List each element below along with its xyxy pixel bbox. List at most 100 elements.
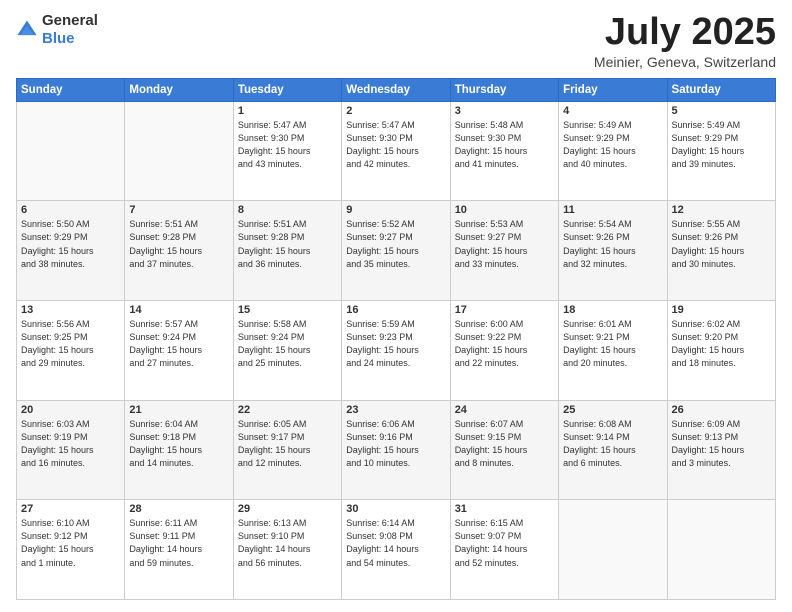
- day-number: 2: [346, 105, 445, 117]
- day-detail: Sunrise: 6:15 AM Sunset: 9:07 PM Dayligh…: [455, 517, 554, 569]
- subtitle: Meinier, Geneva, Switzerland: [594, 54, 776, 70]
- day-number: 24: [455, 404, 554, 416]
- day-number: 9: [346, 204, 445, 216]
- day-detail: Sunrise: 6:06 AM Sunset: 9:16 PM Dayligh…: [346, 418, 445, 470]
- day-number: 12: [672, 204, 771, 216]
- day-cell: 23 Sunrise: 6:06 AM Sunset: 9:16 PM Dayli…: [342, 400, 450, 500]
- day-cell: 21 Sunrise: 6:04 AM Sunset: 9:18 PM Dayli…: [125, 400, 233, 500]
- day-detail: Sunrise: 6:11 AM Sunset: 9:11 PM Dayligh…: [129, 517, 228, 569]
- col-monday: Monday: [125, 78, 233, 101]
- day-number: 11: [563, 204, 662, 216]
- day-detail: Sunrise: 5:47 AM Sunset: 9:30 PM Dayligh…: [346, 119, 445, 171]
- week-row-4: 20Sunrise: 6:03 AM Sunset: 9:19 PM Dayli…: [17, 400, 776, 500]
- logo-text: General Blue: [42, 12, 98, 48]
- day-number: 13: [21, 304, 120, 316]
- day-cell: 7Sunrise: 5:51 AM Sunset: 9:28 PM Daylig…: [125, 201, 233, 301]
- day-number: 15: [238, 304, 337, 316]
- day-number: 29: [238, 503, 337, 515]
- day-cell: 30 Sunrise: 6:14 AM Sunset: 9:08 PM Dayli…: [342, 500, 450, 600]
- day-cell: [125, 101, 233, 201]
- day-cell: 19 Sunrise: 6:02 AM Sunset: 9:20 PM Dayli…: [667, 301, 775, 401]
- day-cell: 15 Sunrise: 5:58 AM Sunset: 9:24 PM Dayli…: [233, 301, 341, 401]
- day-detail: Sunrise: 6:08 AM Sunset: 9:14 PM Dayligh…: [563, 418, 662, 470]
- day-cell: 4 Sunrise: 5:49 AM Sunset: 9:29 PM Daylig…: [559, 101, 667, 201]
- col-wednesday: Wednesday: [342, 78, 450, 101]
- header-row: Sunday Monday Tuesday Wednesday Thursday…: [17, 78, 776, 101]
- day-detail: Sunrise: 6:13 AM Sunset: 9:10 PM Dayligh…: [238, 517, 337, 569]
- day-cell: 3Sunrise: 5:48 AM Sunset: 9:30 PM Daylig…: [450, 101, 558, 201]
- title-block: July 2025 Meinier, Geneva, Switzerland: [594, 12, 776, 70]
- day-number: 23: [346, 404, 445, 416]
- day-cell: 1Sunrise: 5:47 AM Sunset: 9:30 PM Daylig…: [233, 101, 341, 201]
- day-detail: Sunrise: 5:50 AM Sunset: 9:29 PM Dayligh…: [21, 218, 120, 270]
- day-cell: 26 Sunrise: 6:09 AM Sunset: 9:13 PM Dayli…: [667, 400, 775, 500]
- day-number: 31: [455, 503, 554, 515]
- day-number: 8: [238, 204, 337, 216]
- col-sunday: Sunday: [17, 78, 125, 101]
- day-cell: 8 Sunrise: 5:51 AM Sunset: 9:28 PM Daylig…: [233, 201, 341, 301]
- logo-icon: [16, 19, 38, 41]
- day-detail: Sunrise: 5:49 AM Sunset: 9:29 PM Dayligh…: [563, 119, 662, 171]
- day-number: 16: [346, 304, 445, 316]
- day-cell: 18 Sunrise: 6:01 AM Sunset: 9:21 PM Dayli…: [559, 301, 667, 401]
- day-detail: Sunrise: 5:49 AM Sunset: 9:29 PM Dayligh…: [672, 119, 771, 171]
- week-row-1: 1 Sunrise: 5:47 AM Sunset: 9:30 PM Daylig…: [17, 101, 776, 201]
- month-title: July 2025: [594, 12, 776, 54]
- day-cell: 28Sunrise: 6:11 AM Sunset: 9:11 PM Dayli…: [125, 500, 233, 600]
- day-cell: 25 Sunrise: 6:08 AM Sunset: 9:14 PM Dayli…: [559, 400, 667, 500]
- day-cell: 17Sunrise: 6:00 AM Sunset: 9:22 PM Dayli…: [450, 301, 558, 401]
- logo-general: General: [42, 12, 98, 29]
- day-number: 5: [672, 105, 771, 117]
- day-detail: Sunrise: 5:51 AM Sunset: 9:28 PM Dayligh…: [129, 218, 228, 270]
- day-cell: [667, 500, 775, 600]
- day-cell: 29 Sunrise: 6:13 AM Sunset: 9:10 PM Dayli…: [233, 500, 341, 600]
- day-detail: Sunrise: 5:58 AM Sunset: 9:24 PM Dayligh…: [238, 318, 337, 370]
- day-cell: 13 Sunrise: 5:56 AM Sunset: 9:25 PM Dayli…: [17, 301, 125, 401]
- day-detail: Sunrise: 6:05 AM Sunset: 9:17 PM Dayligh…: [238, 418, 337, 470]
- day-cell: 9Sunrise: 5:52 AM Sunset: 9:27 PM Daylig…: [342, 201, 450, 301]
- day-number: 20: [21, 404, 120, 416]
- page: General Blue July 2025 Meinier, Geneva, …: [0, 0, 792, 612]
- day-cell: 20Sunrise: 6:03 AM Sunset: 9:19 PM Dayli…: [17, 400, 125, 500]
- day-cell: 22 Sunrise: 6:05 AM Sunset: 9:17 PM Dayli…: [233, 400, 341, 500]
- day-number: 25: [563, 404, 662, 416]
- day-detail: Sunrise: 5:56 AM Sunset: 9:25 PM Dayligh…: [21, 318, 120, 370]
- day-cell: 12 Sunrise: 5:55 AM Sunset: 9:26 PM Dayli…: [667, 201, 775, 301]
- day-number: 6: [21, 204, 120, 216]
- day-detail: Sunrise: 5:48 AM Sunset: 9:30 PM Dayligh…: [455, 119, 554, 171]
- day-number: 19: [672, 304, 771, 316]
- day-cell: 2 Sunrise: 5:47 AM Sunset: 9:30 PM Daylig…: [342, 101, 450, 201]
- day-number: 22: [238, 404, 337, 416]
- day-cell: [17, 101, 125, 201]
- day-detail: Sunrise: 6:14 AM Sunset: 9:08 PM Dayligh…: [346, 517, 445, 569]
- logo: General Blue: [16, 12, 98, 48]
- day-detail: Sunrise: 6:01 AM Sunset: 9:21 PM Dayligh…: [563, 318, 662, 370]
- day-detail: Sunrise: 6:00 AM Sunset: 9:22 PM Dayligh…: [455, 318, 554, 370]
- day-detail: Sunrise: 6:10 AM Sunset: 9:12 PM Dayligh…: [21, 517, 120, 569]
- day-number: 30: [346, 503, 445, 515]
- day-detail: Sunrise: 5:57 AM Sunset: 9:24 PM Dayligh…: [129, 318, 228, 370]
- day-detail: Sunrise: 6:02 AM Sunset: 9:20 PM Dayligh…: [672, 318, 771, 370]
- day-detail: Sunrise: 6:04 AM Sunset: 9:18 PM Dayligh…: [129, 418, 228, 470]
- day-number: 18: [563, 304, 662, 316]
- col-friday: Friday: [559, 78, 667, 101]
- day-cell: 5 Sunrise: 5:49 AM Sunset: 9:29 PM Daylig…: [667, 101, 775, 201]
- day-cell: 6 Sunrise: 5:50 AM Sunset: 9:29 PM Daylig…: [17, 201, 125, 301]
- day-detail: Sunrise: 6:09 AM Sunset: 9:13 PM Dayligh…: [672, 418, 771, 470]
- day-detail: Sunrise: 5:59 AM Sunset: 9:23 PM Dayligh…: [346, 318, 445, 370]
- day-detail: Sunrise: 5:54 AM Sunset: 9:26 PM Dayligh…: [563, 218, 662, 270]
- week-row-5: 27 Sunrise: 6:10 AM Sunset: 9:12 PM Dayli…: [17, 500, 776, 600]
- day-detail: Sunrise: 6:07 AM Sunset: 9:15 PM Dayligh…: [455, 418, 554, 470]
- day-cell: 11 Sunrise: 5:54 AM Sunset: 9:26 PM Dayli…: [559, 201, 667, 301]
- day-number: 4: [563, 105, 662, 117]
- day-cell: 24 Sunrise: 6:07 AM Sunset: 9:15 PM Dayli…: [450, 400, 558, 500]
- day-number: 1: [238, 105, 337, 117]
- day-cell: 31 Sunrise: 6:15 AM Sunset: 9:07 PM Dayli…: [450, 500, 558, 600]
- day-detail: Sunrise: 5:51 AM Sunset: 9:28 PM Dayligh…: [238, 218, 337, 270]
- day-number: 27: [21, 503, 120, 515]
- day-number: 26: [672, 404, 771, 416]
- day-number: 21: [129, 404, 228, 416]
- day-cell: 16 Sunrise: 5:59 AM Sunset: 9:23 PM Dayli…: [342, 301, 450, 401]
- day-detail: Sunrise: 5:55 AM Sunset: 9:26 PM Dayligh…: [672, 218, 771, 270]
- header: General Blue July 2025 Meinier, Geneva, …: [16, 12, 776, 70]
